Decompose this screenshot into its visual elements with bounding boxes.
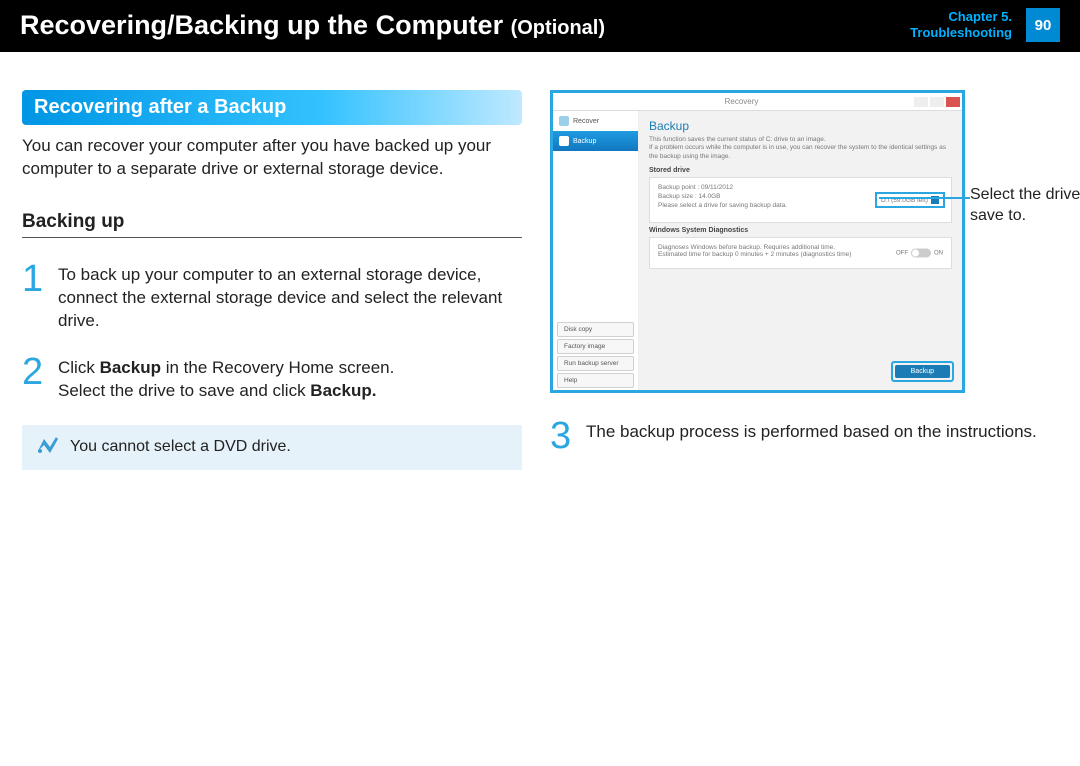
step-2: 2 Click Backup in the Recovery Home scre… (22, 355, 522, 403)
backup-button-highlight: Backup (891, 361, 954, 382)
label: Backup (573, 138, 596, 145)
step-1: 1 To back up your computer to an externa… (22, 262, 522, 333)
minimize-icon[interactable] (914, 97, 928, 107)
callout-select-drive: Select the drive to save to. (970, 185, 1080, 227)
window-controls (914, 97, 960, 107)
step-text: Click Backup in the Recovery Home screen… (58, 355, 394, 403)
pane-description: This function saves the current status o… (649, 136, 952, 161)
title-optional: (Optional) (511, 17, 605, 39)
step-number: 3 (550, 419, 574, 453)
backup-pane: Backup This function saves the current s… (639, 111, 962, 390)
diagnostics-toggle[interactable]: OFF ON (896, 249, 943, 258)
note-text: You cannot select a DVD drive. (70, 438, 291, 456)
note-icon (36, 435, 60, 460)
toggle-switch-icon (911, 249, 931, 258)
t: in the Recovery Home screen. (161, 358, 394, 377)
step-text: The backup process is performed based on… (586, 419, 1037, 453)
maximize-icon[interactable] (930, 97, 944, 107)
sidebar: Recover Backup Disk copy Factory image R… (553, 111, 639, 390)
step-number: 2 (22, 355, 46, 403)
bold: Backup (100, 358, 161, 377)
step-3: 3 The backup process is performed based … (550, 419, 1058, 453)
t: Select the drive to save and click (58, 381, 310, 400)
chapter-label: Chapter 5. Troubleshooting (910, 9, 1012, 40)
backup-icon (559, 136, 569, 146)
diagnostics-panel: Diagnoses Windows before backup. Require… (649, 237, 952, 269)
t: Click (58, 358, 100, 377)
drive-selector[interactable]: D:\ (59.0GB left) (875, 192, 945, 208)
chapter-line1: Chapter 5. (910, 9, 1012, 25)
pane-title: Backup (649, 119, 952, 133)
note-box: You cannot select a DVD drive. (22, 425, 522, 470)
off-label: OFF (896, 250, 908, 256)
label: Recover (573, 118, 599, 125)
step-number: 1 (22, 262, 46, 333)
page-header: Recovering/Backing up the Computer (Opti… (0, 0, 1080, 52)
window-title: Recovery (569, 97, 914, 106)
stored-drive-panel: Backup point : 09/11/2012 Backup size : … (649, 177, 952, 223)
sidebar-item-factory-image[interactable]: Factory image (557, 339, 634, 354)
section-banner: Recovering after a Backup (22, 90, 522, 125)
page-number-badge: 90 (1026, 8, 1060, 42)
title-main: Recovering/Backing up the Computer (20, 10, 503, 40)
recovery-app-screenshot: Recovery Recover Backup Disk copy Factor… (550, 90, 965, 393)
backup-point: Backup point : 09/11/2012 (658, 184, 943, 191)
sidebar-item-help[interactable]: Help (557, 373, 634, 388)
diagnostics-text: Diagnoses Windows before backup. Require… (658, 244, 858, 258)
page-title: Recovering/Backing up the Computer (Opti… (20, 10, 605, 41)
callout-connector-line (879, 197, 970, 199)
chapter-line2: Troubleshooting (910, 25, 1012, 41)
header-right: Chapter 5. Troubleshooting 90 (910, 8, 1060, 42)
sidebar-item-backup[interactable]: Backup (553, 131, 638, 151)
step-text: To back up your computer to an external … (58, 262, 522, 333)
close-icon[interactable] (946, 97, 960, 107)
intro-paragraph: You can recover your computer after you … (22, 135, 522, 181)
backup-button[interactable]: Backup (895, 365, 950, 378)
sidebar-item-disk-copy[interactable]: Disk copy (557, 322, 634, 337)
sidebar-item-run-backup-server[interactable]: Run backup server (557, 356, 634, 371)
stored-drive-label: Stored drive (649, 167, 952, 174)
sidebar-item-recover[interactable]: Recover (553, 111, 638, 131)
window-titlebar: Recovery (553, 93, 962, 111)
recover-icon (559, 116, 569, 126)
bold: Backup. (310, 381, 376, 400)
subheading-backing-up: Backing up (22, 211, 522, 238)
on-label: ON (934, 250, 943, 256)
diagnostics-label: Windows System Diagnostics (649, 227, 952, 234)
